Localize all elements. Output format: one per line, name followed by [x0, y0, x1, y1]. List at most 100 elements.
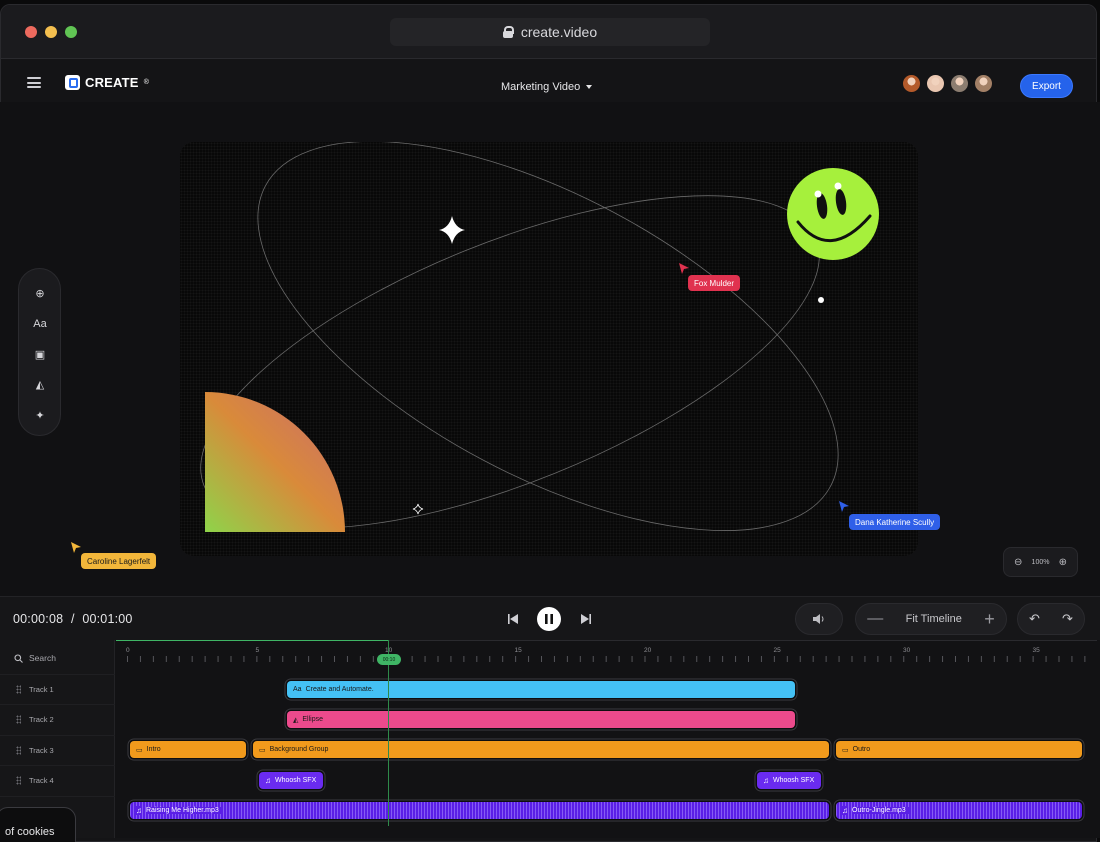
timeline-zoom-in-button[interactable]: +: [984, 609, 995, 630]
playhead-line[interactable]: [388, 640, 389, 826]
ruler-tick-label: 5: [255, 647, 260, 654]
folder-icon: ▭: [259, 746, 266, 754]
clip-intro[interactable]: ▭ Intro: [130, 741, 246, 758]
clip-outro[interactable]: ▭ Outro: [836, 741, 1082, 758]
history-control: ↶ ↷: [1017, 603, 1085, 635]
redo-icon[interactable]: ↷: [1062, 611, 1073, 627]
address-bar[interactable]: create.video: [390, 18, 710, 46]
track-label: Track 4: [29, 776, 54, 785]
orbit-dot: [818, 297, 824, 303]
tool-palette: ⊕ Aa ▣ ◭ ✦: [18, 268, 61, 436]
skip-forward-button[interactable]: [574, 607, 598, 631]
pause-icon: [545, 614, 553, 624]
clip-audio-raising-me-higher[interactable]: ♫ Raising Me Higher.mp3: [130, 802, 829, 819]
text-icon[interactable]: Aa: [30, 314, 50, 334]
zoom-out-icon[interactable]: ⊖: [1014, 557, 1022, 568]
track-search[interactable]: Search: [0, 645, 115, 671]
shapes-icon: ◭: [293, 716, 299, 724]
magic-wand-icon[interactable]: ✦: [30, 405, 50, 425]
drag-handle-icon[interactable]: [16, 746, 21, 755]
small-sparkle-shape: [412, 503, 424, 515]
collaborator-avatars: [902, 74, 993, 93]
timeline-zoom-out-button[interactable]: —: [867, 610, 883, 628]
project-title-dropdown[interactable]: Marketing Video: [501, 81, 593, 93]
skip-back-icon: [508, 614, 518, 624]
sparkle-shape: [439, 216, 465, 244]
timeline-panel: Search Track 1 Track 2 Track 3 Track 4 0…: [0, 640, 1100, 838]
pause-button[interactable]: [537, 607, 561, 631]
clip-label: Intro: [146, 746, 161, 753]
drag-handle-icon[interactable]: [16, 685, 21, 694]
clip-audio-outro-jingle[interactable]: ♫ Outro-Jingle.mp3: [836, 802, 1082, 819]
track-header-1[interactable]: Track 1: [0, 674, 115, 704]
time-ruler[interactable]: 05101520253035: [116, 640, 1097, 670]
url-text: create.video: [520, 24, 598, 40]
music-note-icon: ♫: [763, 776, 769, 785]
collaborator-avatar[interactable]: [950, 74, 969, 93]
ruler-tick-label: 25: [773, 647, 781, 654]
playhead-handle[interactable]: 00:10: [377, 654, 401, 665]
drag-handle-icon[interactable]: [16, 715, 21, 724]
time-separator: /: [70, 612, 75, 626]
zoom-control: ⊖ 100% ⊕: [1003, 547, 1078, 577]
minimize-window-button[interactable]: [45, 26, 57, 38]
smiley-face: [787, 168, 879, 260]
ruler-tick-label: 0: [126, 647, 130, 654]
folder-icon: ▭: [136, 746, 143, 754]
clip-label: Ellipse: [302, 716, 324, 723]
video-canvas[interactable]: [180, 142, 918, 556]
clip-text[interactable]: Aa Create and Automate.: [287, 681, 795, 698]
ruler-tick-label: 20: [644, 647, 652, 654]
clip-whoosh-sfx-1[interactable]: ♫ Whoosh SFX: [259, 772, 323, 789]
track-header-4[interactable]: Track 4: [0, 765, 115, 795]
collaborator-avatar[interactable]: [974, 74, 993, 93]
volume-button[interactable]: [795, 603, 843, 635]
clip-label: Background Group: [269, 746, 329, 753]
export-button[interactable]: Export: [1020, 74, 1073, 98]
track-header-2[interactable]: Track 2: [0, 704, 115, 734]
clip-ellipse[interactable]: ◭ Ellipse: [287, 711, 795, 728]
speaker-icon: [813, 614, 824, 624]
browser-titlebar: create.video: [1, 5, 1096, 59]
close-window-button[interactable]: [25, 26, 37, 38]
music-note-icon: ♫: [265, 776, 271, 785]
logo-icon: [65, 75, 80, 90]
current-time: 00:00:08: [13, 612, 64, 626]
zoom-in-icon[interactable]: ⊕: [1059, 557, 1067, 568]
undo-icon[interactable]: ↶: [1029, 611, 1040, 627]
ruler-ticks: [127, 656, 1092, 662]
clip-whoosh-sfx-2[interactable]: ♫ Whoosh SFX: [757, 772, 821, 789]
collaborator-avatar[interactable]: [926, 74, 945, 93]
clip-label: Raising Me Higher.mp3: [146, 807, 222, 814]
cursor-pointer-icon: [71, 542, 81, 553]
cookie-banner[interactable]: of cookies: [0, 807, 76, 842]
track-header-3[interactable]: Track 3: [0, 735, 115, 765]
zoom-level: 100%: [1031, 558, 1050, 566]
cookie-banner-text: of cookies: [5, 826, 55, 838]
ruler-tick-label: 15: [514, 647, 522, 654]
track-label: Track 3: [29, 746, 54, 755]
clip-background-group[interactable]: ▭ Background Group: [253, 741, 829, 758]
clip-label: Whoosh SFX: [275, 777, 317, 784]
lock-icon: [502, 26, 514, 38]
track-label: Track 2: [29, 715, 54, 724]
collaborator-avatar[interactable]: [902, 74, 921, 93]
app-logo[interactable]: CREATE ®: [65, 75, 149, 90]
drag-handle-icon[interactable]: [16, 776, 21, 785]
music-note-icon: ♫: [842, 806, 848, 815]
ruler-tick-label: 30: [903, 647, 911, 654]
cursor-label-fox-mulder: Fox Mulder: [688, 275, 741, 291]
clip-label: Outro: [852, 746, 871, 753]
maximize-window-button[interactable]: [65, 26, 77, 38]
project-title: Marketing Video: [501, 81, 581, 93]
track-label: Track 1: [29, 685, 54, 694]
fit-timeline-control: — Fit Timeline +: [855, 603, 1007, 635]
menu-icon[interactable]: [27, 77, 41, 88]
add-icon[interactable]: ⊕: [30, 283, 50, 303]
shapes-icon[interactable]: ◭: [30, 375, 50, 395]
skip-back-button[interactable]: [501, 607, 525, 631]
skip-forward-icon: [581, 614, 591, 624]
clip-label: Outro-Jingle.mp3: [852, 807, 909, 814]
fit-timeline-button[interactable]: Fit Timeline: [906, 613, 962, 625]
image-icon[interactable]: ▣: [30, 344, 50, 364]
